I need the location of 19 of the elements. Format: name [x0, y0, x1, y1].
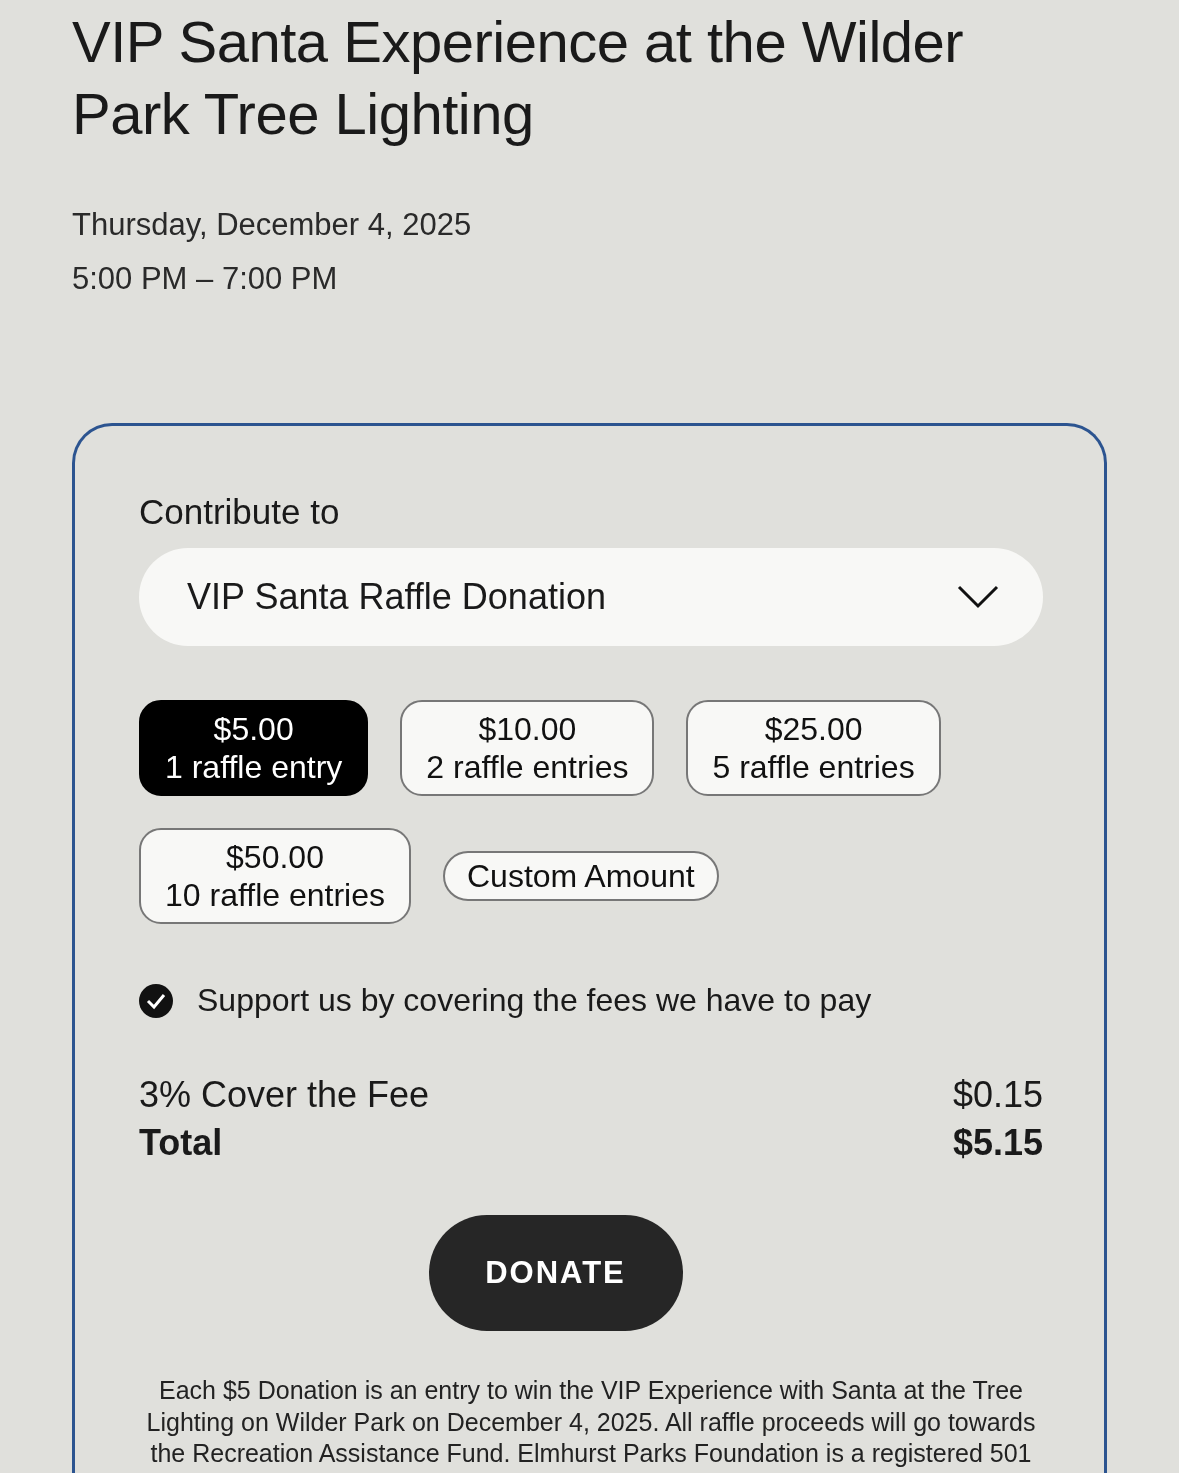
event-time: 5:00 PM – 7:00 PM	[72, 260, 339, 298]
total-label: Total	[139, 1121, 223, 1165]
raffle-note: Each $5 Donation is an entry to win the VIP Experience with Santa at the Tree Lighting on Wilder Park on December 4, 2025. All raffle proceeds will go towards the Recreation Assistance Fund. Elmhurst Parks Foundation is a registered 501	[145, 1375, 1037, 1469]
amount-option-button[interactable]: $25.00 5 raffle entries	[686, 700, 941, 796]
contribute-label: Contribute to	[139, 492, 341, 532]
amount-option-button[interactable]: $10.00 2 raffle entries	[400, 700, 655, 796]
total-value: $5.15	[952, 1121, 1043, 1165]
fee-value: $0.15	[952, 1073, 1043, 1117]
checked-checkbox-icon[interactable]	[139, 983, 173, 1018]
chevron-down-icon	[957, 585, 999, 609]
cover-fees-label: Support us by covering the fees we have to pay	[197, 982, 872, 1019]
fund-dropdown[interactable]: VIP Santa Raffle Donation	[139, 548, 1043, 646]
donate-button[interactable]: DONATE	[428, 1215, 683, 1331]
event-title: VIP Santa Experience at the Wilder Park Tree Lighting	[72, 8, 965, 148]
fee-label: 3% Cover the Fee	[139, 1073, 430, 1117]
amount-option-button[interactable]: $50.00 10 raffle entries	[139, 828, 411, 924]
amount-option-button[interactable]: $5.00 1 raffle entry	[139, 700, 369, 796]
event-date: Thursday, December 4, 2025	[72, 206, 473, 244]
custom-amount-button[interactable]: Custom Amount	[443, 851, 719, 901]
